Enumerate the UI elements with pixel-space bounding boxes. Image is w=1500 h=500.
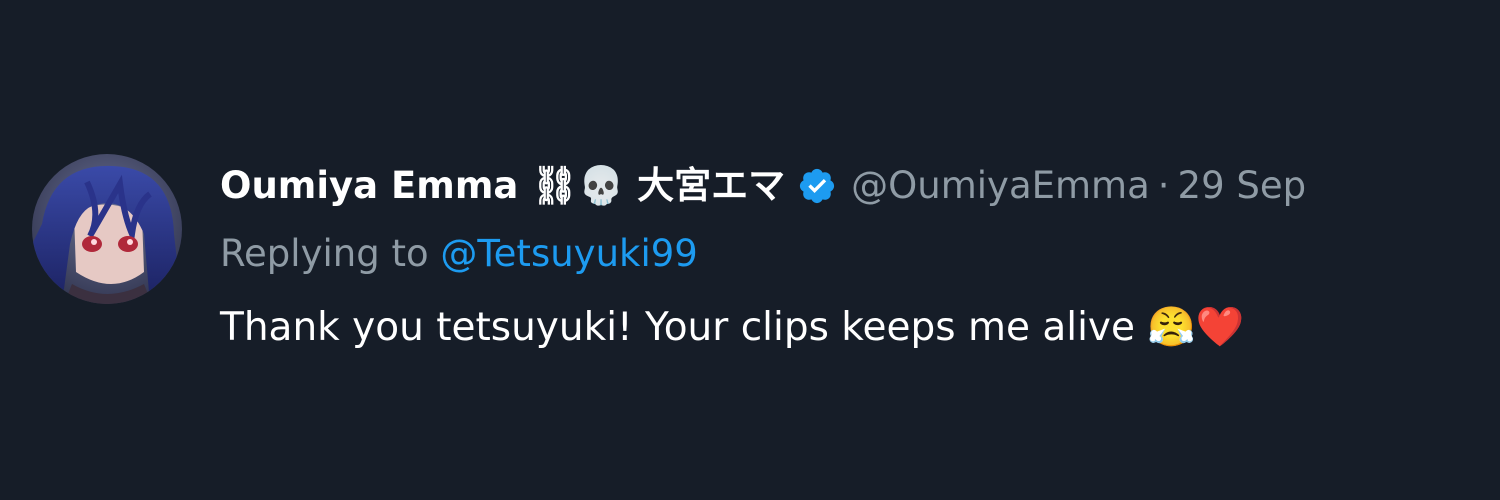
display-name[interactable]: Oumiya Emma ⛓💀 大宮エマ [220,160,785,212]
separator-dot: · [1157,164,1170,207]
tweet-date[interactable]: 29 Sep [1178,160,1307,212]
tweet-content: Oumiya Emma ⛓💀 大宮エマ @OumiyaEmma · 29 Sep… [220,160,1490,354]
tweet-card[interactable]: Oumiya Emma ⛓💀 大宮エマ @OumiyaEmma · 29 Sep… [0,0,1500,500]
tweet-header: Oumiya Emma ⛓💀 大宮エマ @OumiyaEmma · 29 Sep [220,160,1490,212]
user-handle[interactable]: @OumiyaEmma [851,160,1150,212]
avatar[interactable] [32,154,182,304]
replying-to-line: Replying to @Tetsuyuki99 [220,228,1490,280]
avatar-image [32,154,182,304]
verified-badge-icon [797,166,837,206]
tweet-text: Thank you tetsuyuki! Your clips keeps me… [220,305,1245,350]
replying-to-mention[interactable]: @Tetsuyuki99 [440,232,697,275]
replying-to-label: Replying to [220,232,441,275]
